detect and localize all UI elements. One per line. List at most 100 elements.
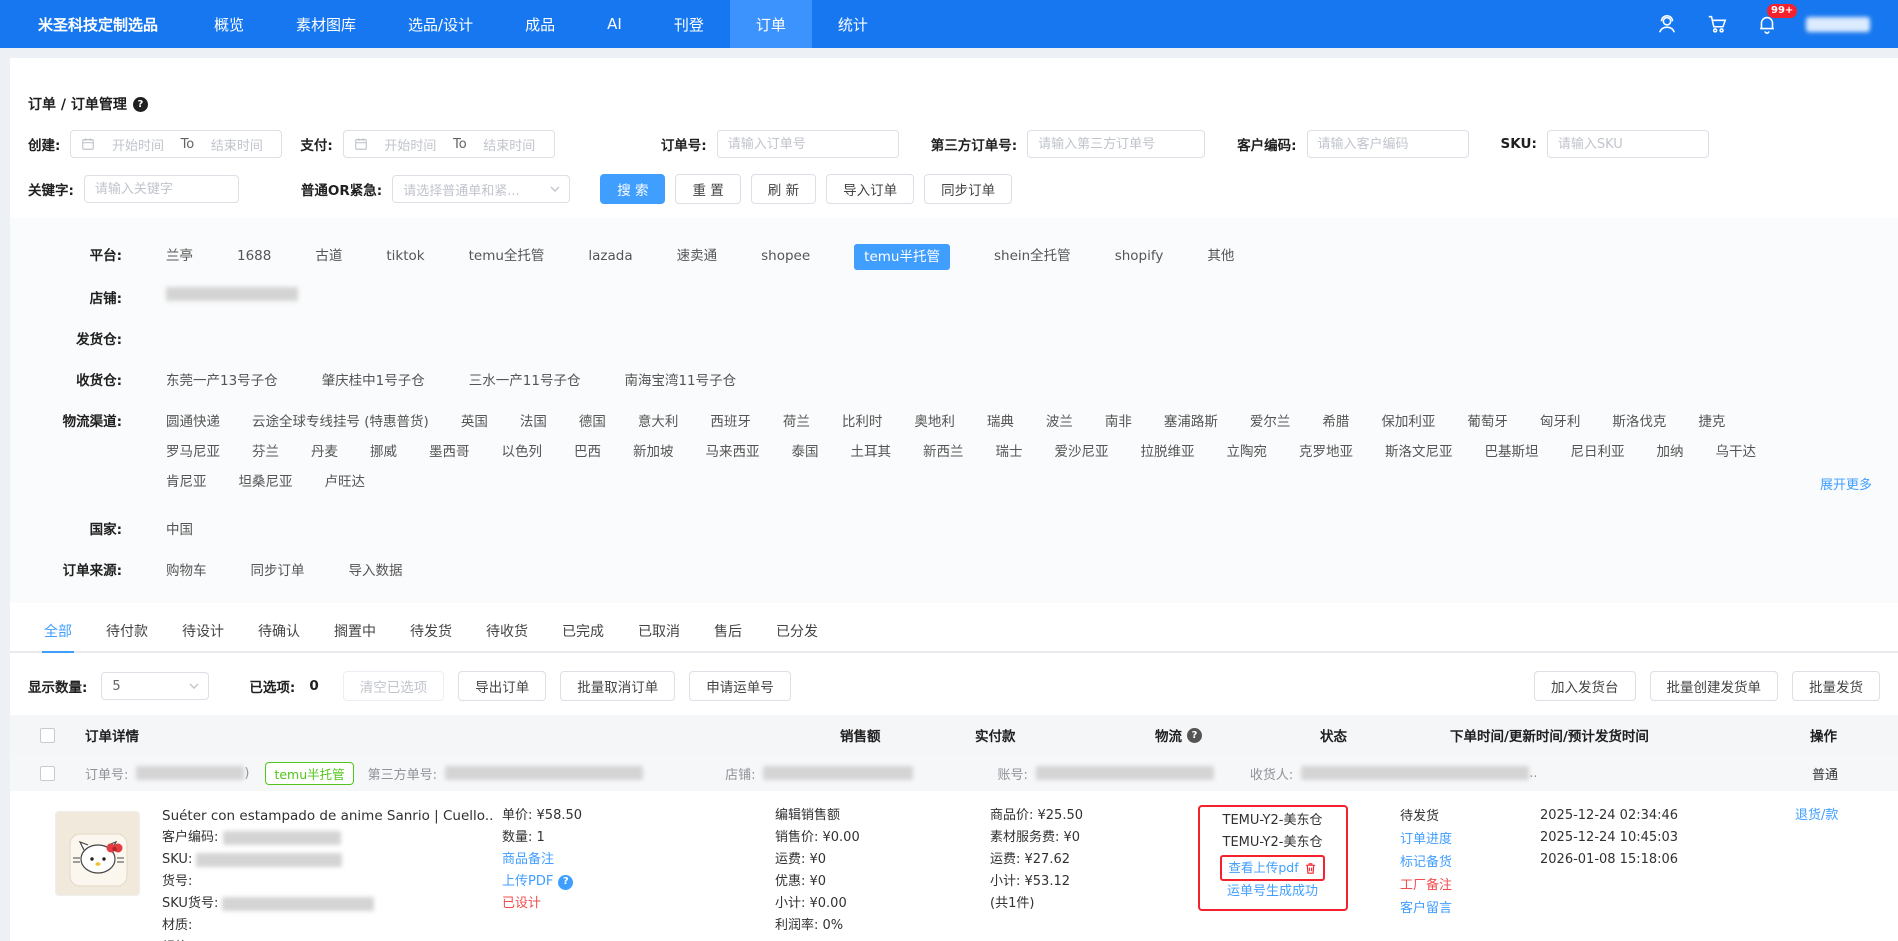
upload-pdf-help-icon[interactable]: ?	[558, 875, 573, 890]
platform-option[interactable]: 其他	[1207, 244, 1234, 270]
warehouse-option[interactable]: 三水一产11号子仓	[469, 369, 581, 393]
status-tab[interactable]: 待付款	[104, 617, 150, 653]
channel-option[interactable]: 塞浦路斯	[1164, 410, 1218, 434]
channel-option[interactable]: 云途全球专线挂号 (特惠普货)	[252, 410, 429, 434]
product-title[interactable]: Suéter con estampado de anime Sanrio | C…	[162, 805, 492, 827]
nav-item[interactable]: 概览	[188, 0, 270, 48]
channel-option[interactable]: 土耳其	[851, 440, 892, 464]
status-tab[interactable]: 待设计	[180, 617, 226, 653]
channel-option[interactable]: 马来西亚	[706, 440, 760, 464]
channel-option[interactable]: 希腊	[1322, 410, 1349, 434]
nav-item[interactable]: 订单	[730, 0, 812, 48]
channel-option[interactable]: 爱尔兰	[1250, 410, 1291, 434]
platform-option[interactable]: shopify	[1115, 244, 1164, 270]
channel-option[interactable]: 爱沙尼亚	[1055, 440, 1109, 464]
status-tab[interactable]: 已完成	[560, 617, 606, 653]
edit-sales-link[interactable]: 编辑销售额	[775, 805, 925, 827]
paid-date-range-picker[interactable]: 开始时间 To 结束时间	[343, 130, 555, 158]
batch-cancel-button[interactable]: 批量取消订单	[560, 671, 675, 701]
platform-option[interactable]: 速卖通	[677, 244, 718, 270]
channel-option[interactable]: 肯尼亚	[166, 470, 207, 494]
platform-option[interactable]: temu半托管	[854, 244, 950, 270]
logistics-help-icon[interactable]: ?	[1187, 728, 1202, 743]
nav-item[interactable]: 成品	[499, 0, 581, 48]
order-source-option[interactable]: 购物车	[166, 559, 207, 583]
username-redacted[interactable]	[1806, 17, 1870, 32]
status-tab[interactable]: 待发货	[408, 617, 454, 653]
channel-option[interactable]: 瑞典	[987, 410, 1014, 434]
warehouse-option[interactable]: 南海宝湾11号子仓	[624, 369, 736, 393]
channel-option[interactable]: 墨西哥	[429, 440, 470, 464]
platform-option[interactable]: shein全托管	[994, 244, 1071, 270]
cart-icon[interactable]	[1706, 13, 1728, 35]
channel-option[interactable]: 立陶宛	[1227, 440, 1268, 464]
channel-option[interactable]: 巴基斯坦	[1485, 440, 1539, 464]
expand-more-link[interactable]: 展开更多	[1820, 474, 1872, 493]
status-tab[interactable]: 售后	[712, 617, 744, 653]
bell-icon[interactable]: 99+	[1756, 13, 1778, 35]
platform-option[interactable]: 兰亭	[166, 244, 193, 270]
status-tab[interactable]: 已分发	[774, 617, 820, 653]
channel-option[interactable]: 泰国	[792, 440, 819, 464]
customer-code-input[interactable]	[1307, 130, 1469, 158]
sync-order-button[interactable]: 同步订单	[924, 174, 1012, 204]
channel-option[interactable]: 南非	[1105, 410, 1132, 434]
channel-option[interactable]: 新加坡	[633, 440, 674, 464]
channel-option[interactable]: 乌干达	[1716, 440, 1757, 464]
channel-option[interactable]: 圆通快递	[166, 410, 220, 434]
created-date-range-picker[interactable]: 开始时间 To 结束时间	[70, 130, 282, 158]
nav-item[interactable]: 选品/设计	[382, 0, 499, 48]
channel-option[interactable]: 卢旺达	[325, 470, 366, 494]
country-option[interactable]: 中国	[166, 518, 193, 542]
batch-ship-button[interactable]: 批量发货	[1792, 671, 1880, 701]
channel-option[interactable]: 巴西	[574, 440, 601, 464]
keyword-input[interactable]	[84, 175, 239, 203]
view-uploaded-pdf-link[interactable]: 查看上传pdf	[1228, 857, 1298, 879]
store-value-redacted[interactable]	[166, 287, 298, 301]
delete-pdf-icon[interactable]	[1304, 862, 1317, 875]
platform-option[interactable]: 1688	[237, 244, 271, 270]
app-brand[interactable]: 米圣科技定制选品	[0, 14, 188, 35]
channel-option[interactable]: 罗马尼亚	[166, 440, 220, 464]
import-order-button[interactable]: 导入订单	[826, 174, 914, 204]
channel-option[interactable]: 坦桑尼亚	[239, 470, 293, 494]
channel-option[interactable]: 克罗地亚	[1299, 440, 1353, 464]
channel-option[interactable]: 斯洛文尼亚	[1385, 440, 1453, 464]
channel-option[interactable]: 西班牙	[710, 410, 751, 434]
warehouse-option[interactable]: 肇庆桂中1号子仓	[322, 369, 425, 393]
nav-item[interactable]: AI	[581, 0, 648, 48]
channel-option[interactable]: 瑞士	[996, 440, 1023, 464]
product-image[interactable]	[55, 811, 140, 896]
order-checkbox[interactable]	[40, 766, 55, 781]
platform-option[interactable]: temu全托管	[469, 244, 545, 270]
channel-option[interactable]: 拉脱维亚	[1141, 440, 1195, 464]
status-link[interactable]: 标记备货	[1400, 851, 1510, 874]
reset-button[interactable]: 重 置	[675, 174, 740, 204]
status-tab[interactable]: 待收货	[484, 617, 530, 653]
status-tab[interactable]: 已取消	[636, 617, 682, 653]
apply-tracking-button[interactable]: 申请运单号	[689, 671, 791, 701]
customer-service-icon[interactable]	[1656, 13, 1678, 35]
platform-option[interactable]: tiktok	[386, 244, 424, 270]
order-source-option[interactable]: 导入数据	[349, 559, 403, 583]
channel-option[interactable]: 丹麦	[311, 440, 338, 464]
channel-option[interactable]: 芬兰	[252, 440, 279, 464]
channel-option[interactable]: 捷克	[1698, 410, 1725, 434]
channel-option[interactable]: 斯洛伐克	[1612, 410, 1666, 434]
search-button[interactable]: 搜 索	[600, 174, 665, 204]
channel-option[interactable]: 法国	[520, 410, 547, 434]
channel-option[interactable]: 加纳	[1657, 440, 1684, 464]
export-order-button[interactable]: 导出订单	[458, 671, 546, 701]
breadcrumb-help-icon[interactable]: ?	[133, 97, 148, 112]
channel-option[interactable]: 荷兰	[783, 410, 810, 434]
urgency-select[interactable]: 请选择普通单和紧...	[392, 175, 570, 203]
nav-item[interactable]: 素材图库	[270, 0, 382, 48]
nav-item[interactable]: 刊登	[648, 0, 730, 48]
platform-option[interactable]: lazada	[588, 244, 632, 270]
status-link[interactable]: 订单进度	[1400, 828, 1510, 851]
status-link[interactable]: 工厂备注	[1400, 874, 1510, 897]
third-party-order-input[interactable]	[1027, 130, 1205, 158]
status-tab[interactable]: 全部	[42, 617, 74, 653]
product-note-link[interactable]: 商品备注	[502, 852, 554, 867]
status-link[interactable]: 客户留言	[1400, 897, 1510, 920]
